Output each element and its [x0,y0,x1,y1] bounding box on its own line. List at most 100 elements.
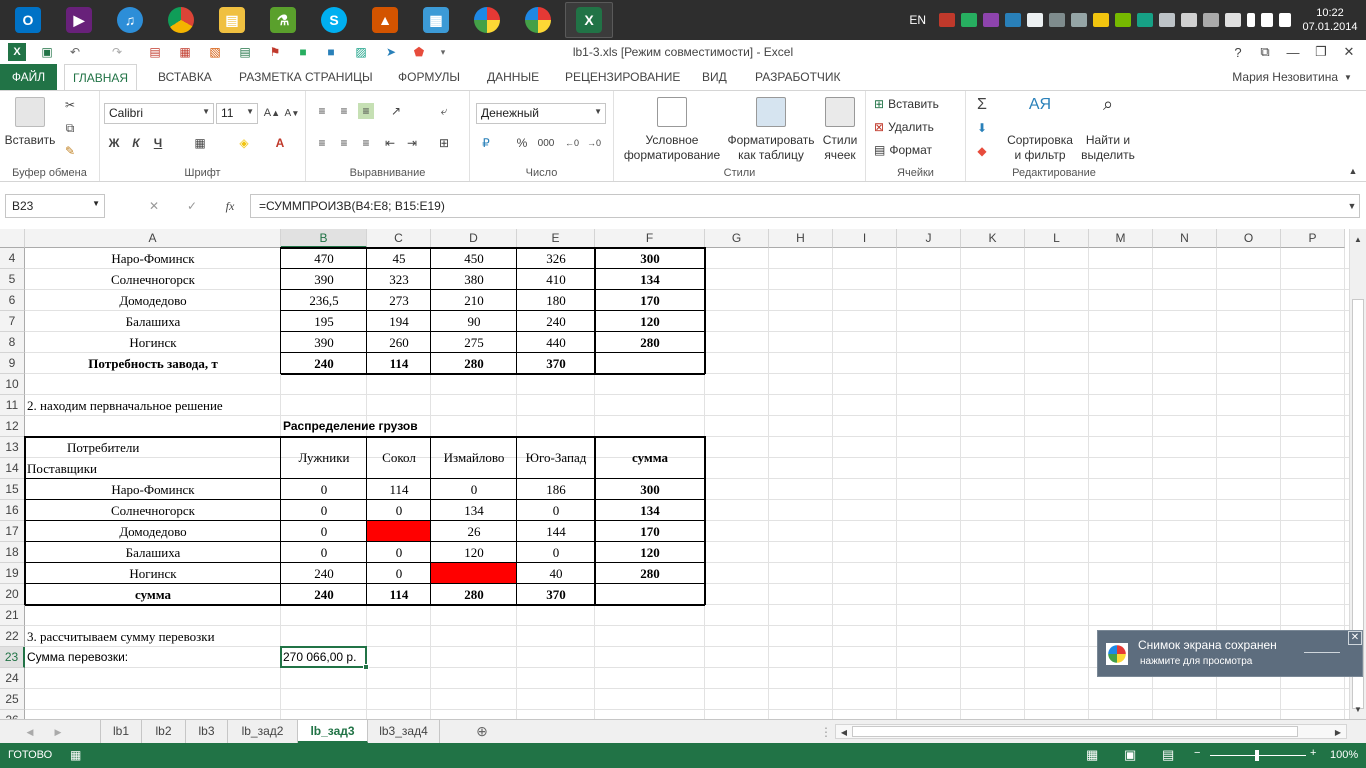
close-button[interactable]: ✕ [1334,40,1364,64]
selected-cell[interactable] [280,646,367,668]
zoom-slider-thumb[interactable] [1255,750,1259,761]
thousands-separator-button[interactable]: 000 [534,135,558,151]
chevron-down-icon[interactable]: ▼ [1340,69,1356,85]
tray-icon[interactable] [1027,13,1043,27]
tray-icon[interactable] [1071,13,1087,27]
row-header-6[interactable]: 6 [0,290,25,311]
decrease-decimal-icon[interactable]: →0 [586,135,602,151]
visual-studio-icon[interactable]: ▶ [55,2,103,38]
column-header-d[interactable]: D [431,229,517,248]
row-header-5[interactable]: 5 [0,269,25,290]
prev-sheet-icon[interactable]: ◀ [22,724,38,740]
tray-icon[interactable] [1203,13,1219,27]
outlook-icon[interactable]: O [4,2,52,38]
row-header-22[interactable]: 22 [0,626,25,647]
conditional-formatting-button[interactable]: Условное форматирование [618,97,726,163]
tray-icon[interactable] [1049,13,1065,27]
signal-icon[interactable] [1261,13,1273,27]
user-name[interactable]: Мария Незовитина [1232,70,1338,84]
column-header-b[interactable]: B [281,229,367,248]
column-header-o[interactable]: O [1217,229,1281,248]
format-painter-icon[interactable]: ✎ [62,143,78,159]
borders-icon[interactable]: ▦ [192,135,208,151]
help-button[interactable]: ? [1223,40,1253,64]
column-header-m[interactable]: M [1089,229,1153,248]
row-header-16[interactable]: 16 [0,500,25,521]
column-header-n[interactable]: N [1153,229,1217,248]
normal-view-icon[interactable]: ▦ [1086,747,1098,763]
row-header-18[interactable]: 18 [0,542,25,563]
insert-function-button[interactable]: fx [220,198,240,214]
scroll-thumb[interactable] [852,726,1298,737]
column-header-p[interactable]: P [1281,229,1345,248]
tab-formulas[interactable]: ФОРМУЛЫ [390,64,468,90]
tray-icon[interactable] [983,13,999,27]
currency-icon[interactable]: ₽ [478,135,494,151]
italic-button[interactable]: К [128,135,144,151]
align-top-icon[interactable]: ≡ [314,103,330,119]
row-header-26[interactable]: 26 [0,710,25,719]
align-bottom-icon[interactable]: ≡ [358,103,374,119]
row-header-15[interactable]: 15 [0,479,25,500]
zoom-in-icon[interactable]: + [1310,747,1316,759]
row-header-11[interactable]: 11 [0,395,25,416]
formula-input[interactable]: =СУММПРОИЗВ(B4:E8; B15:E19) [250,194,1360,218]
photos-icon[interactable]: ▦ [412,2,460,38]
row-header-7[interactable]: 7 [0,311,25,332]
skype-icon[interactable]: S [310,2,358,38]
tab-insert[interactable]: ВСТАВКА [150,64,220,90]
select-all-corner[interactable] [0,229,25,248]
paste-button[interactable]: Вставить [4,97,56,148]
align-left-icon[interactable]: ≡ [314,135,330,151]
row-header-9[interactable]: 9 [0,353,25,374]
column-header-c[interactable]: C [367,229,431,248]
volume-icon[interactable] [1279,13,1291,27]
increase-font-icon[interactable]: A ▲ [264,105,280,121]
row-header-23[interactable]: 23 [0,647,25,668]
tray-icon[interactable] [1093,13,1109,27]
clear-icon[interactable]: ◆ [974,143,990,159]
horizontal-scrollbar[interactable]: ◀ ▶ [835,724,1347,739]
delete-cells-button[interactable]: ⊠ Удалить [874,120,934,134]
row-header-20[interactable]: 20 [0,584,25,605]
tab-developer[interactable]: РАЗРАБОТЧИК [747,64,849,90]
align-middle-icon[interactable]: ≡ [336,103,352,119]
merge-center-icon[interactable]: ⊞ [436,135,452,151]
tab-split-icon[interactable]: ⋮ [818,724,834,740]
restore-button[interactable]: ❐ [1306,40,1336,64]
row-header-13[interactable]: 13 [0,437,25,458]
fill-color-icon[interactable]: ◈ [236,135,252,151]
scroll-left-icon[interactable]: ◀ [836,724,852,740]
column-header-l[interactable]: L [1025,229,1089,248]
file-explorer-icon[interactable]: ▤ [208,2,256,38]
picasa-icon-2[interactable] [514,2,562,38]
insert-cells-button[interactable]: ⊞ Вставить [874,97,939,111]
tab-review[interactable]: РЕЦЕНЗИРОВАНИЕ [557,64,688,90]
enter-icon[interactable]: ✓ [184,198,200,214]
font-size-select[interactable]: 11 ▼ [216,103,258,124]
column-header-f[interactable]: F [595,229,705,248]
column-header-k[interactable]: K [961,229,1025,248]
copy-icon[interactable]: ⧉ [62,120,78,136]
tray-icon[interactable] [939,13,955,27]
sheet-tab[interactable]: lb_зад2 [228,720,298,743]
zoom-level[interactable]: 100% [1330,749,1358,761]
flag-icon[interactable] [1225,13,1241,27]
row-header-4[interactable]: 4 [0,248,25,269]
orientation-icon[interactable]: ↗ [388,103,404,119]
row-header-24[interactable]: 24 [0,668,25,689]
column-header-i[interactable]: I [833,229,897,248]
column-header-g[interactable]: G [705,229,769,248]
cut-icon[interactable]: ✂ [62,97,78,113]
cell-styles-button[interactable]: Стили ячеек [816,97,864,163]
tray-icon[interactable] [961,13,977,27]
font-color-icon[interactable]: A [272,135,288,151]
wrap-text-icon[interactable]: ⤶ [436,103,452,119]
decrease-indent-icon[interactable]: ⇤ [382,135,398,151]
sort-filter-button[interactable]: AЯ Сортировка и фильтр [1004,97,1076,163]
format-cells-button[interactable]: ▤ Формат [874,143,932,157]
picasa-icon[interactable] [463,2,511,38]
column-header-a[interactable]: A [25,229,281,248]
chrome-icon[interactable] [157,2,205,38]
align-center-icon[interactable]: ≡ [336,135,352,151]
